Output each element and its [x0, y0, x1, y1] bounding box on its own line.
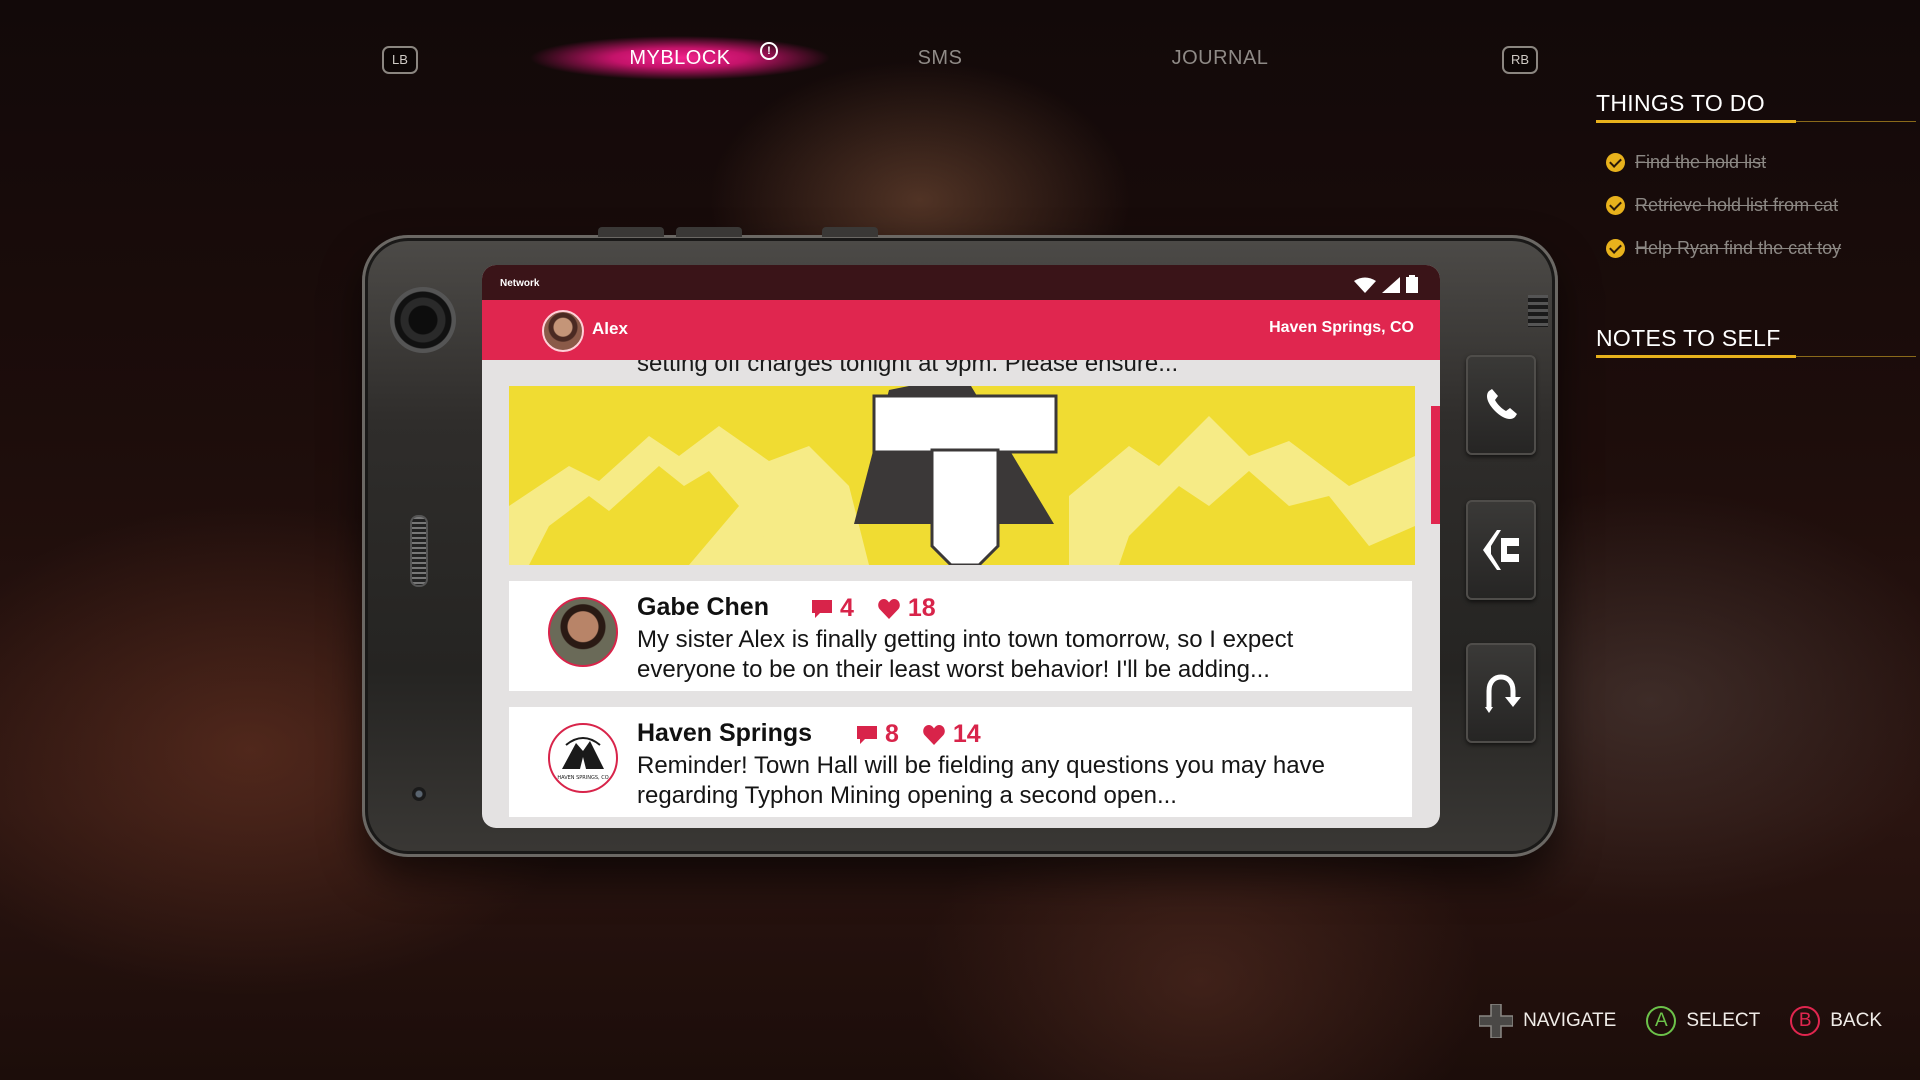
post-author: Haven Springs	[637, 719, 813, 747]
lb-bumper-button[interactable]: LB	[382, 46, 418, 74]
comment-icon	[857, 725, 877, 744]
feed-list[interactable]: setting off charges tonight at 9pm. Plea…	[482, 360, 1440, 828]
b-button-icon: B	[1790, 1006, 1821, 1036]
haven-springs-avatar: HAVEN SPRINGS, CO	[548, 723, 618, 793]
notes-to-self-heading: NOTES TO SELF	[1596, 325, 1916, 358]
partial-post-text: setting off charges tonight at 9pm. Plea…	[637, 360, 1179, 377]
post-stats: 8 14	[857, 720, 981, 749]
a-button-icon: A	[1646, 1006, 1677, 1036]
select-label: SELECT	[1686, 1010, 1761, 1031]
objectives-panel: THINGS TO DO Find the hold list Retrieve…	[1596, 90, 1916, 376]
status-bar: Network	[482, 265, 1440, 300]
phone-top-button	[822, 227, 878, 237]
back-button[interactable]	[1466, 643, 1536, 743]
status-icons	[1354, 275, 1418, 293]
task-label: Help Ryan find the cat toy	[1635, 238, 1842, 258]
location-label: Haven Springs, CO	[1269, 319, 1414, 336]
camera-lens-icon	[390, 287, 456, 353]
phone-handset-icon	[1487, 389, 1517, 419]
post-body: My sister Alex is finally getting into t…	[637, 626, 1294, 683]
tab-sms[interactable]: SMS	[900, 44, 980, 72]
task-list: Find the hold list Retrieve hold list fr…	[1606, 141, 1916, 270]
rb-bumper-button[interactable]: RB	[1502, 46, 1538, 74]
mountain-logo-image	[509, 386, 1415, 565]
comment-count: 4	[812, 594, 854, 623]
gabe-chen-avatar	[548, 597, 618, 667]
speaker-grille	[410, 515, 428, 587]
task-item: Find the hold list	[1606, 141, 1916, 184]
app-header: Alex Haven Springs, CO	[482, 300, 1440, 360]
check-icon	[1606, 153, 1625, 172]
check-icon	[1606, 196, 1625, 215]
comment-count-value: 4	[840, 594, 854, 622]
tab-journal[interactable]: JOURNAL	[1160, 44, 1280, 72]
things-to-do-heading: THINGS TO DO	[1596, 90, 1916, 123]
like-count-value: 18	[907, 594, 936, 622]
post-body: Reminder! Town Hall will be fielding any…	[637, 752, 1325, 809]
network-label: Network	[500, 278, 540, 289]
task-label: Retrieve hold list from cat	[1635, 195, 1839, 215]
task-item: Retrieve hold list from cat	[1606, 184, 1916, 227]
home-button[interactable]	[1466, 500, 1536, 600]
task-label: Find the hold list	[1635, 152, 1767, 172]
task-item: Help Ryan find the cat toy	[1606, 227, 1916, 270]
typhon-mining-banner	[509, 386, 1415, 565]
comment-icon	[812, 599, 832, 618]
haven-springs-logo-icon: HAVEN SPRINGS, CO	[557, 737, 609, 781]
call-button[interactable]	[1466, 355, 1536, 455]
phone-top-button	[598, 227, 664, 237]
phone-device: Network Alex Haven Springs, CO setting o…	[362, 227, 1558, 857]
back-label: BACK	[1830, 1010, 1882, 1031]
signal-icon	[1382, 277, 1400, 293]
like-count: 18	[878, 594, 936, 623]
battery-icon	[1406, 275, 1418, 293]
like-count-value: 14	[952, 720, 981, 748]
navigate-prompt: NAVIGATE	[1479, 1004, 1616, 1038]
phone-top-button	[676, 227, 742, 237]
comment-count: 8	[857, 720, 899, 749]
select-prompt[interactable]: A SELECT	[1646, 1006, 1760, 1036]
side-grille	[1528, 295, 1548, 327]
haven-springs-logo-text: HAVEN SPRINGS, CO	[557, 775, 608, 781]
home-icon	[1483, 530, 1519, 570]
alert-icon: !	[760, 42, 778, 60]
feed-post[interactable]: HAVEN SPRINGS, CO Haven Springs 8 14 Rem…	[509, 707, 1412, 817]
back-arrow-icon	[1485, 674, 1521, 713]
button-prompts: NAVIGATE A SELECT B BACK	[1479, 1004, 1882, 1038]
post-stats: 4 18	[812, 594, 936, 623]
navigate-label: NAVIGATE	[1523, 1010, 1617, 1031]
feed-post[interactable]: Gabe Chen 4 18 My sister Alex is finally…	[509, 581, 1412, 691]
user-name: Alex	[592, 319, 628, 338]
like-count: 14	[923, 720, 981, 749]
user-avatar[interactable]	[542, 310, 584, 352]
tab-myblock[interactable]: MYBLOCK	[620, 44, 740, 72]
mic-icon	[412, 787, 426, 801]
comment-count-value: 8	[885, 720, 899, 748]
heart-icon	[923, 724, 945, 745]
top-nav: LB MYBLOCK ! SMS JOURNAL RB	[0, 0, 1600, 110]
heart-icon	[878, 598, 900, 619]
dpad-icon	[1479, 1004, 1514, 1038]
post-author: Gabe Chen	[637, 593, 769, 621]
back-prompt[interactable]: B BACK	[1790, 1006, 1882, 1036]
wifi-icon	[1354, 277, 1376, 293]
check-icon	[1606, 239, 1625, 258]
feed-scrollbar[interactable]	[1431, 406, 1440, 524]
phone-screen: Network Alex Haven Springs, CO setting o…	[482, 265, 1440, 828]
